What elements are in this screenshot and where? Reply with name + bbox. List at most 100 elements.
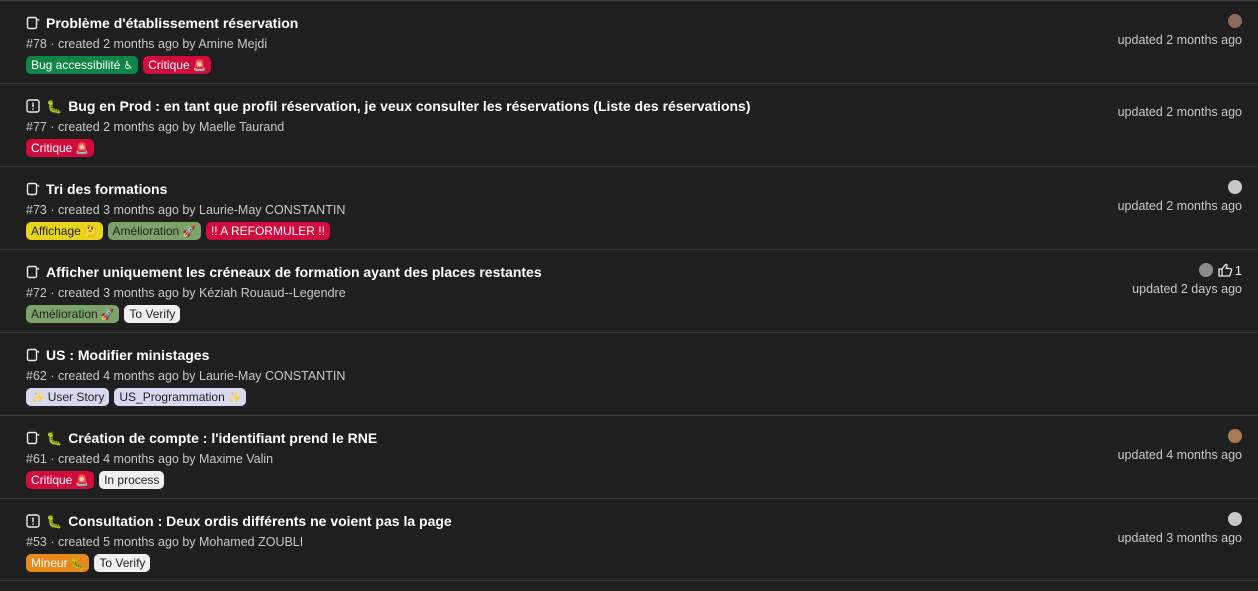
issue-meta: #61 · created 4 months ago by Maxime Val… (26, 452, 274, 466)
issue-meta: #62 · created 4 months ago by Laurie-May… (26, 369, 346, 383)
issue-updated: updated 2 months ago (1117, 105, 1242, 119)
issue-label[interactable]: Amélioration 🚀 (26, 305, 120, 323)
issue-label[interactable]: !! A REFORMULER !! (205, 222, 330, 240)
label-text: Mineur (31, 556, 68, 570)
issue-right-info: updated 2 months ago (1118, 179, 1242, 213)
issue-meta: #73 · created 3 months ago by Laurie-May… (26, 203, 346, 217)
issue-title-emoji: 🐛 (46, 513, 63, 529)
issue-meta: #72 · created 3 months ago by Kéziah Rou… (26, 286, 346, 300)
issue-row[interactable]: 🐛 Consultation : Deux ordis différents n… (0, 498, 1258, 581)
issue-avatar-row (1118, 511, 1242, 527)
issue-label[interactable]: Affichage 🤔 (26, 222, 103, 240)
assignee-avatar[interactable] (1198, 263, 1213, 277)
issue-title-link[interactable]: Création de compte : l'identifiant prend… (68, 430, 377, 446)
issue-meta: #53 · created 5 months ago by Mohamed ZO… (26, 535, 304, 549)
label-emoji-icon: ✨ (227, 391, 242, 404)
thumbs-up-icon[interactable]: 1 (1217, 263, 1242, 278)
issue-labels: Affichage 🤔 Amélioration 🚀!! A REFORMULER !… (26, 222, 330, 240)
issue-title-line: 🐛 Consultation : Deux ordis différents n… (26, 513, 452, 529)
issue-row[interactable]: Afficher uniquement les créneaux de form… (0, 249, 1258, 332)
issue-title-line: US : Modifier ministages (26, 347, 209, 363)
issue-right-info: updated 4 months ago (1118, 428, 1242, 462)
assignee-avatar[interactable] (1228, 180, 1242, 194)
issue-label[interactable]: Critique 🚨 (26, 471, 95, 489)
label-emoji-icon: 🚨 (192, 59, 207, 72)
issue-labels: Critique 🚨 In process (26, 471, 165, 489)
issue-title-link[interactable]: US : Modifier ministages (46, 347, 209, 363)
issue-right-info: updated 2 months ago (1118, 105, 1242, 119)
label-text: Amélioration (31, 307, 98, 321)
label-emoji-icon: ✨ (31, 391, 45, 404)
issue-labels: Mineur 🐛 To Verify (26, 554, 151, 572)
label-text: Amélioration (112, 224, 180, 238)
label-text: Bug accessibilité (31, 58, 121, 72)
assignee-avatar[interactable] (1228, 14, 1242, 28)
label-text: US_Programmation (119, 390, 225, 404)
issue-right-info: updated 2 months ago (1118, 13, 1242, 47)
issue-meta: #77 · created 2 months ago by Maelle Tau… (26, 120, 285, 134)
issue-updated: updated 2 days ago (1132, 282, 1242, 296)
issue-title-link[interactable]: Bug en Prod : en tant que profil réserva… (68, 98, 750, 114)
issue-right-info: 1 updated 2 days ago (1132, 262, 1242, 297)
label-emoji-icon: 🤔 (83, 225, 98, 238)
label-text: In process (104, 473, 160, 487)
issue-title-link[interactable]: Consultation : Deux ordis différents ne … (68, 513, 452, 529)
issue-label[interactable]: To Verify (94, 554, 151, 572)
label-emoji-icon: 🚨 (75, 142, 90, 155)
assignee-avatar[interactable] (1228, 429, 1242, 443)
label-text: To Verify (99, 556, 146, 570)
assignee-avatar[interactable] (1228, 512, 1242, 526)
issue-avatar-row (1118, 13, 1242, 29)
issue-labels: Amélioration 🚀 To Verify (26, 305, 181, 323)
issue-incident-icon (26, 99, 40, 113)
issue-label[interactable]: ✨ User Story (26, 388, 110, 406)
issue-updated: updated 2 months ago (1117, 33, 1242, 47)
label-text: !! A REFORMULER !! (210, 224, 325, 238)
issue-title-emoji: 🐛 (46, 430, 63, 446)
issue-label[interactable]: Mineur 🐛 (26, 554, 90, 572)
label-text: Critique (148, 58, 190, 72)
issue-list: Problème d'établissement réservation #78… (0, 0, 1258, 591)
label-emoji-icon: 🚀 (100, 308, 115, 321)
issue-label[interactable]: Critique 🚨 (26, 139, 95, 157)
issue-label[interactable]: To Verify (124, 305, 181, 323)
label-emoji-icon: 🚀 (182, 225, 196, 238)
issue-open-icon (26, 431, 40, 445)
issue-label[interactable]: Critique 🚨 (143, 56, 212, 74)
label-text: To Verify (129, 307, 176, 321)
issue-avatar-row: 1 (1132, 262, 1242, 278)
label-emoji-icon: 🚨 (75, 474, 90, 487)
issue-row[interactable]: Tri des formations #73 · created 3 month… (0, 166, 1258, 249)
label-text: User Story (47, 390, 105, 404)
issue-updated: updated 2 months ago (1117, 199, 1242, 213)
issue-labels: ✨ User Story US_Programmation ✨ (26, 388, 247, 406)
issue-title-line: Afficher uniquement les créneaux de form… (26, 264, 542, 280)
issue-open-icon (26, 16, 40, 30)
issue-meta: #78 · created 2 months ago by Amine Mejd… (26, 37, 268, 51)
label-emoji-icon: 🐛 (70, 557, 85, 570)
issue-label[interactable]: In process (99, 471, 165, 489)
issue-updated: updated 3 months ago (1117, 531, 1242, 545)
issue-incident-icon (26, 514, 40, 528)
issue-title-emoji: 🐛 (46, 98, 63, 114)
issue-title-line: 🐛 Bug en Prod : en tant que profil réser… (26, 98, 751, 114)
issue-avatar-row (1118, 179, 1242, 195)
issue-row[interactable]: US : Modifier ministages #62 · created 4… (0, 332, 1258, 415)
issue-updated: updated 4 months ago (1117, 448, 1242, 462)
issue-right-info: updated 3 months ago (1118, 511, 1242, 545)
issue-title-link[interactable]: Afficher uniquement les créneaux de form… (46, 264, 542, 280)
label-text: Critique (31, 141, 73, 155)
label-text: Critique (31, 473, 73, 487)
issue-row[interactable]: 🐛 Création de compte : l'identifiant pre… (0, 415, 1258, 498)
issue-label[interactable]: Bug accessibilité ♿ (26, 56, 139, 74)
issue-open-icon (26, 182, 40, 196)
issue-title-link[interactable]: Problème d'établissement réservation (46, 15, 298, 31)
issue-label[interactable]: US_Programmation ✨ (114, 388, 247, 406)
issue-title-line: Tri des formations (26, 181, 167, 197)
issue-row[interactable]: 🐛 Bug en Prod : en tant que profil réser… (0, 83, 1258, 166)
issue-labels: Critique 🚨 (26, 139, 95, 157)
issue-label[interactable]: Amélioration 🚀 (107, 222, 201, 240)
issue-avatar-row (1118, 428, 1242, 444)
issue-row[interactable]: Problème d'établissement réservation #78… (0, 0, 1258, 83)
issue-title-link[interactable]: Tri des formations (46, 181, 167, 197)
